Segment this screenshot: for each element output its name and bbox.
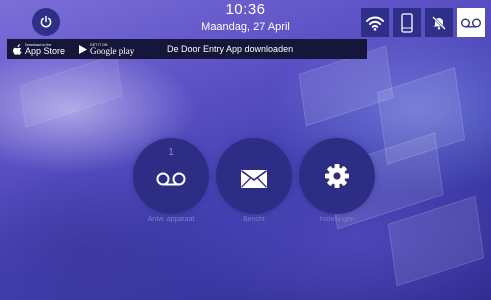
- answering-machine-button[interactable]: 1: [133, 138, 209, 214]
- settings-label: Instellingen: [319, 216, 355, 223]
- menu-answering-machine[interactable]: 1 Antw. apparaat: [133, 138, 209, 225]
- wifi-status[interactable]: [361, 8, 389, 37]
- phone-icon: [401, 12, 413, 33]
- voicemail-icon: [156, 172, 186, 186]
- phone-status[interactable]: [393, 8, 421, 37]
- gear-icon: [325, 164, 349, 188]
- app-download-banner[interactable]: Download on the App Store GET IT ON Goog…: [7, 39, 367, 59]
- settings-button[interactable]: [299, 138, 375, 214]
- banner-message: De Door Entry App downloaden: [167, 44, 294, 54]
- message-label: Bericht: [243, 216, 265, 223]
- apple-icon: [13, 43, 22, 55]
- voicemail-icon: [461, 18, 481, 28]
- main-menu: 1 Antw. apparaat Bericht Instellingen: [0, 138, 491, 233]
- bell-muted-icon: [432, 15, 446, 30]
- google-play-badge[interactable]: GET IT ON Google play: [79, 43, 134, 56]
- status-icons: [361, 8, 485, 37]
- google-play-icon: [79, 44, 88, 54]
- app-store-badge[interactable]: Download on the App Store: [13, 43, 65, 56]
- menu-settings[interactable]: Instellingen: [299, 138, 375, 225]
- answering-machine-count: 1: [168, 147, 174, 158]
- answering-machine-label: Antw. apparaat: [147, 216, 195, 223]
- wifi-icon: [366, 16, 384, 31]
- top-bar: 10:36 Maandag, 27 April Download on the …: [0, 0, 491, 59]
- envelope-icon: [241, 170, 267, 188]
- menu-message[interactable]: Bericht: [216, 138, 292, 225]
- app-store-label: App Store: [25, 45, 66, 56]
- home-screen: 10:36 Maandag, 27 April Download on the …: [0, 0, 491, 300]
- message-button[interactable]: [216, 138, 292, 214]
- voicemail-status[interactable]: [457, 8, 485, 37]
- background-shard: [19, 54, 123, 128]
- bell-muted-status[interactable]: [425, 8, 453, 37]
- google-play-label: Google play: [90, 45, 135, 56]
